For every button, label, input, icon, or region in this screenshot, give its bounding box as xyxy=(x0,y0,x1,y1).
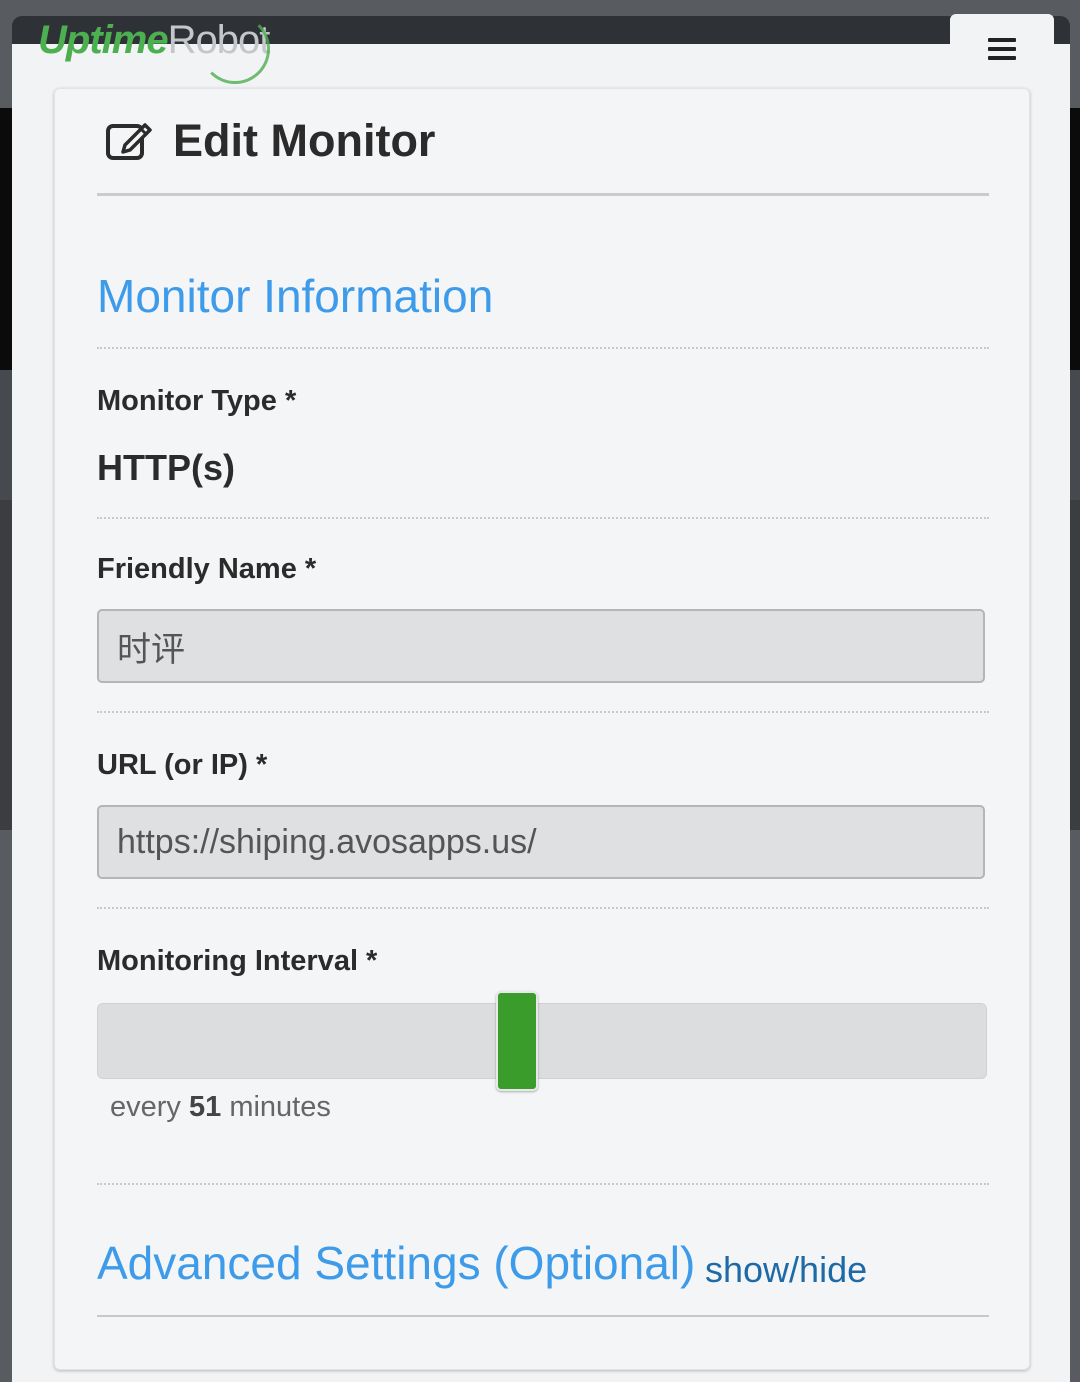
url-label: URL (or IP) * xyxy=(97,749,268,781)
monitoring-interval-label: Monitoring Interval * xyxy=(97,945,378,977)
monitor-type-label: Monitor Type * xyxy=(97,385,297,417)
url-field[interactable]: https://shiping.avosapps.us/ xyxy=(97,805,985,879)
logo-ring-icon xyxy=(200,14,270,84)
logo-text-uptime: Uptime xyxy=(38,18,169,62)
interval-caption: every 51 minutes xyxy=(110,1091,331,1124)
monitor-type-value: HTTP(s) xyxy=(97,447,235,488)
friendly-name-field[interactable]: 时评 xyxy=(97,609,985,683)
monitor-information-heading: Monitor Information xyxy=(97,270,494,322)
advanced-settings-toggle-link[interactable]: show/hide xyxy=(705,1249,867,1291)
divider xyxy=(97,1315,989,1317)
interval-suffix: minutes xyxy=(229,1091,331,1123)
advanced-settings-heading: Advanced Settings (Optional) xyxy=(97,1237,696,1289)
edit-icon xyxy=(106,123,152,160)
divider xyxy=(97,347,989,349)
divider xyxy=(97,517,989,519)
hamburger-menu-button[interactable] xyxy=(950,14,1054,84)
card-header: Edit Monitor xyxy=(97,115,989,196)
divider xyxy=(97,907,989,909)
friendly-name-label: Friendly Name * xyxy=(97,553,317,585)
edit-monitor-card: Edit Monitor Monitor Information Monitor… xyxy=(54,88,1030,1370)
divider xyxy=(97,711,989,713)
page-title: Edit Monitor xyxy=(173,115,436,166)
hamburger-menu-icon xyxy=(988,33,1016,65)
interval-slider-track[interactable] xyxy=(97,1003,987,1079)
interval-prefix: every xyxy=(110,1091,181,1123)
interval-slider-handle[interactable] xyxy=(495,991,538,1091)
interval-value: 51 xyxy=(188,1091,222,1123)
divider xyxy=(97,1183,989,1185)
